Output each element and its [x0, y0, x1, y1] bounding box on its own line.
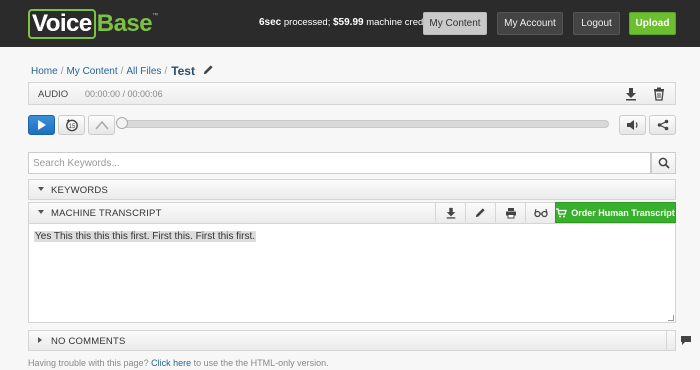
credits-time: 6sec — [259, 17, 282, 28]
audio-time: 00:00:00 / 00:00:06 — [85, 89, 163, 99]
footer-suffix: to use the the HTML-only version. — [191, 358, 329, 368]
search-keywords-input[interactable] — [28, 152, 651, 174]
chevron-right-icon — [38, 337, 42, 343]
html-only-link[interactable]: Click here — [151, 358, 191, 368]
add-comment-button[interactable] — [666, 331, 700, 350]
breadcrumb-home[interactable]: Home — [31, 66, 58, 77]
credits-processed-text: processed; — [281, 17, 333, 28]
breadcrumb-separator: / — [164, 65, 168, 77]
playback-slider-handle[interactable] — [116, 117, 128, 129]
audio-bar: AUDIO 00:00:00 / 00:00:06 — [28, 82, 676, 105]
edit-title-icon[interactable] — [203, 64, 214, 78]
footer-prefix: Having trouble with this page? — [28, 358, 152, 368]
playback-slider-track[interactable] — [118, 120, 609, 128]
download-icon[interactable] — [624, 87, 638, 101]
chevron-down-icon — [38, 210, 44, 214]
glasses-icon — [533, 208, 548, 217]
transcript-title: MACHINE TRANSCRIPT — [51, 208, 162, 219]
page-title: Test — [171, 64, 195, 78]
upload-button[interactable]: Upload — [629, 12, 676, 35]
chevron-down-icon — [38, 187, 44, 191]
keywords-title: KEYWORDS — [51, 185, 109, 196]
download-icon — [446, 207, 455, 219]
transcript-text-area[interactable]: Yes This this this this first. First thi… — [28, 224, 676, 323]
pencil-icon — [475, 208, 485, 218]
logo-base-text: Base — [96, 10, 153, 37]
breadcrumb: Home / My Content / All Files / Test — [31, 64, 214, 78]
edit-transcript-button[interactable] — [465, 203, 495, 222]
search-icon — [658, 157, 670, 169]
order-human-transcript-button[interactable]: Order Human Transcript — [555, 202, 676, 223]
voicebase-logo[interactable]: Voice Base ™ — [28, 9, 158, 39]
breadcrumb-all-files[interactable]: All Files — [126, 66, 161, 77]
logo-trademark: ™ — [152, 13, 159, 19]
top-bar: Voice Base ™ 6sec processed; $59.99 mach… — [0, 0, 700, 47]
order-human-transcript-label: Order Human Transcript — [571, 207, 675, 218]
share-button[interactable] — [649, 115, 676, 135]
breadcrumb-separator: / — [60, 65, 64, 77]
resize-handle-icon[interactable] — [668, 315, 674, 321]
search-button[interactable] — [651, 152, 676, 174]
trash-icon[interactable] — [652, 87, 666, 101]
comments-panel-header[interactable]: NO COMMENTS — [28, 330, 691, 351]
breadcrumb-separator: / — [120, 65, 124, 77]
audio-label: AUDIO — [38, 89, 69, 100]
transcript-panel-header[interactable]: MACHINE TRANSCRIPT Order Human Transcrip… — [28, 202, 676, 224]
print-transcript-button[interactable] — [495, 203, 525, 222]
logo-voice-text: Voice — [28, 9, 96, 39]
transcript-text: Yes This this this this first. First thi… — [34, 231, 257, 242]
svg-text:15: 15 — [68, 124, 75, 130]
rewind-15-button[interactable]: 15 — [58, 115, 85, 135]
comments-title: NO COMMENTS — [51, 336, 126, 347]
comment-icon — [681, 336, 691, 345]
download-transcript-button[interactable] — [435, 203, 465, 222]
volume-button[interactable] — [619, 115, 646, 135]
play-button[interactable] — [28, 115, 55, 135]
credits-amount: $59.99 — [333, 17, 364, 28]
credits-summary: 6sec processed; $59.99 machine credits — [259, 17, 433, 28]
logout-button[interactable]: Logout — [573, 12, 620, 35]
my-account-button[interactable]: My Account — [497, 12, 563, 35]
cart-icon — [556, 207, 568, 217]
my-content-button[interactable]: My Content — [423, 12, 487, 35]
footer-help-text: Having trouble with this page? Click her… — [28, 358, 329, 368]
speed-button[interactable] — [88, 115, 115, 135]
print-icon — [505, 207, 516, 218]
breadcrumb-my-content[interactable]: My Content — [66, 66, 117, 77]
view-transcript-button[interactable] — [525, 203, 555, 222]
keywords-panel-header[interactable]: KEYWORDS — [28, 179, 676, 200]
